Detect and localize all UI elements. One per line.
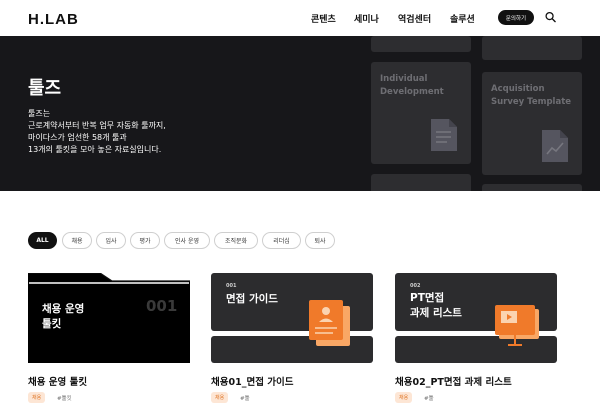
document-icon	[431, 119, 457, 151]
hero-bg-card	[371, 36, 471, 52]
page-title: 툴즈	[28, 78, 62, 99]
thumb-number: 001	[226, 283, 237, 289]
filter-chip-resign[interactable]: 퇴사	[305, 232, 335, 249]
filter-chip-recruit[interactable]: 채용	[62, 232, 92, 249]
nav-item-solution[interactable]: 솔루션	[450, 12, 475, 25]
filter-chip-evaluation[interactable]: 평가	[130, 232, 160, 249]
filter-chip-onboarding[interactable]: 입사	[96, 232, 126, 249]
thumb-title-line: 채용 운영	[42, 303, 85, 315]
hero-description-line: 툴즈는	[28, 109, 51, 118]
chart-icon	[542, 130, 568, 162]
hero-banner: 툴즈 툴즈는 근로계약서부터 반복 업무 자동화 툴까지, 마이다스가 엄선한 …	[0, 36, 600, 191]
thumb-title-line: PT면접	[410, 292, 445, 304]
filter-chip-leadership[interactable]: 리더십	[262, 232, 301, 249]
thumb-title: 채용 운영 툴킷	[42, 302, 84, 332]
hero-description: 툴즈는 근로계약서부터 반복 업무 자동화 툴까지, 마이다스가 엄선한 58개…	[28, 108, 166, 156]
thumb-number: 001	[146, 297, 178, 315]
hero-description-line: 마이다스가 엄선한 58개 툴과	[28, 133, 127, 142]
category-badge: 채용	[28, 392, 46, 403]
hero-bg-card	[371, 174, 471, 191]
hero-description-line: 근로계약서부터 반복 업무 자동화 툴까지,	[28, 121, 166, 130]
logo[interactable]: H.LAB	[28, 11, 79, 28]
thumb-title: 면접 가이드	[226, 293, 278, 305]
category-badge: 채용	[395, 392, 413, 403]
filter-chip-hr-operation[interactable]: 인사 운영	[164, 232, 210, 249]
category-badge: 채용	[211, 392, 229, 403]
hero-bg-card	[482, 36, 582, 60]
card-thumbnail-recruit-toolkit[interactable]: 채용 운영 툴킷 001	[28, 272, 190, 363]
nav-item-seminar[interactable]: 세미나	[354, 12, 379, 25]
hero-card-label: Acquisition Survey Template	[491, 84, 572, 107]
hashtag: #툴킷	[57, 396, 72, 402]
card-title[interactable]: 채용 운영 툴킷	[28, 374, 87, 388]
hero-bg-card	[482, 184, 582, 191]
hashtag: #툴	[424, 396, 434, 402]
hero-description-line: 13개의 툴킷을 모아 놓은 자료실입니다.	[28, 145, 162, 154]
hero-bg-card-individual: Individual Development	[371, 62, 471, 164]
thumb-number: 002	[410, 283, 421, 289]
hashtag: #툴	[240, 396, 250, 402]
nav-item-contents[interactable]: 콘텐츠	[311, 12, 336, 25]
filter-chip-culture[interactable]: 조직문화	[214, 232, 258, 249]
filter-chip-all[interactable]: ALL	[28, 232, 57, 249]
thumb-title: PT면접 과제 리스트	[410, 291, 462, 321]
nav-item-center[interactable]: 역검센터	[398, 12, 431, 25]
card-thumbnail-interview-guide[interactable]: 001 면접 가이드	[211, 273, 373, 363]
search-icon[interactable]	[545, 11, 556, 23]
inquiry-button[interactable]: 문의하기	[498, 10, 534, 25]
card-title[interactable]: 채용02_PT면접 과제 리스트	[395, 374, 512, 388]
thumb-title-line: 툴킷	[42, 318, 62, 330]
thumb-title-line: 과제 리스트	[410, 307, 462, 319]
card-thumbnail-pt-interview[interactable]: 002 PT면접 과제 리스트	[395, 273, 557, 363]
hero-bg-card-acquisition: Acquisition Survey Template	[482, 72, 582, 175]
site-header: H.LAB 콘텐츠 세미나 역검센터 솔루션 문의하기	[0, 0, 600, 36]
hero-card-label: Individual Development	[380, 74, 444, 97]
card-title[interactable]: 채용01_면접 가이드	[211, 374, 293, 388]
